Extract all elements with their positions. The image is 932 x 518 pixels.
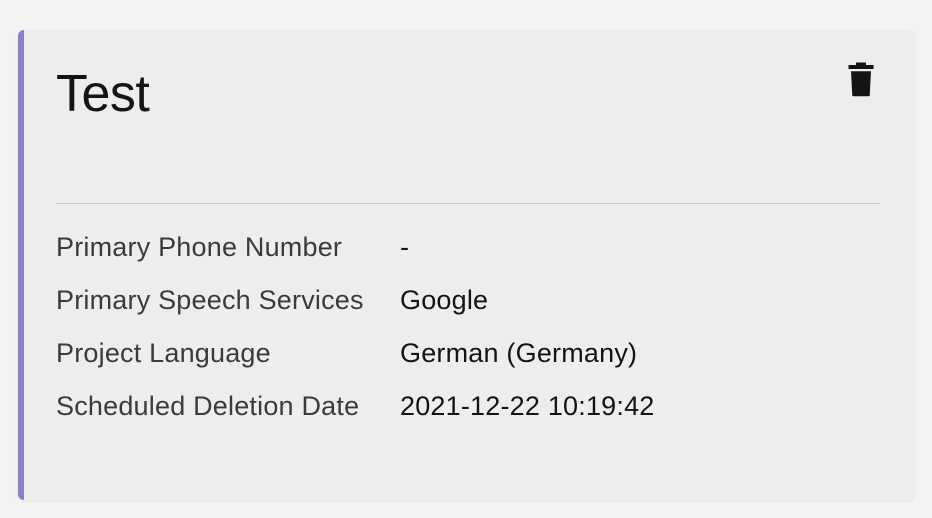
project-language-label: Project Language — [56, 338, 400, 369]
details-grid: Primary Phone Number - Primary Speech Se… — [56, 232, 880, 422]
project-card: Test Primary Phone Number - Primary Spee… — [18, 30, 914, 500]
scheduled-deletion-value: 2021-12-22 10:19:42 — [400, 391, 880, 422]
project-language-value: German (Germany) — [400, 338, 880, 369]
primary-phone-label: Primary Phone Number — [56, 232, 400, 263]
primary-phone-value: - — [400, 232, 880, 263]
primary-speech-value: Google — [400, 285, 880, 316]
card-title: Test — [56, 58, 149, 123]
primary-speech-label: Primary Speech Services — [56, 285, 400, 316]
delete-button[interactable] — [842, 58, 880, 102]
scheduled-deletion-label: Scheduled Deletion Date — [56, 391, 400, 422]
divider — [56, 203, 880, 204]
trash-icon — [846, 62, 876, 98]
card-header: Test — [56, 58, 880, 123]
